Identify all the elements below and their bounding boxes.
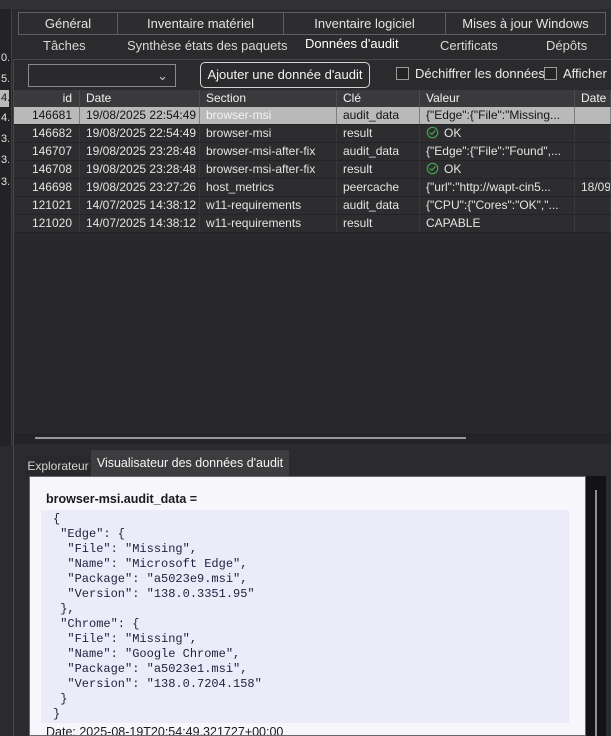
show-checkbox[interactable]: [544, 67, 557, 80]
cell-value-text: OK: [444, 126, 461, 140]
tab-general[interactable]: Général: [18, 12, 118, 35]
cell-value: CAPABLE: [420, 215, 575, 232]
cell-key: peercache: [337, 179, 420, 196]
column-header-valeur[interactable]: Valeur: [420, 90, 575, 107]
cell-date: 19/08/2025 23:28:48: [80, 143, 200, 160]
cell-date2: 18/09: [575, 179, 611, 196]
column-header-cle[interactable]: Clé: [337, 90, 420, 107]
cell-date: 14/07/2025 14:38:12: [80, 215, 200, 232]
check-circle-icon: [426, 162, 439, 178]
cell-value: {"url":"http://wapt-cin5...: [420, 179, 575, 196]
table-header: id Date Section Clé Valeur Date c: [14, 90, 611, 107]
add-audit-button[interactable]: Ajouter une donnée d'audit: [200, 62, 370, 88]
tab-visualisateur-donnees-audit[interactable]: Visualisateur des données d'audit: [91, 450, 289, 477]
cell-date: 19/08/2025 23:27:26: [80, 179, 200, 196]
audit-data-table: id Date Section Clé Valeur Date c 146681…: [14, 90, 611, 233]
cell-key: audit_data: [337, 197, 420, 214]
table-row[interactable]: 121021 14/07/2025 14:38:12 w11-requireme…: [14, 197, 611, 215]
cell-section: w11-requirements: [200, 215, 337, 232]
cell-date2: [575, 161, 611, 178]
cell-value: {"Edge":{"File":"Missing...: [420, 107, 575, 124]
cell-key: result: [337, 161, 420, 178]
viewer-heading: browser-msi.audit_data =: [46, 492, 197, 506]
host-list-stub: 0.. 5.. 4.. 4.. 3.. 3.. 3..: [0, 9, 12, 446]
table-row[interactable]: 121020 14/07/2025 14:38:12 w11-requireme…: [14, 215, 611, 233]
chevron-down-icon: ⌄: [157, 65, 168, 86]
cell-date2: [575, 197, 611, 214]
column-header-id[interactable]: id: [14, 90, 80, 107]
cell-section: browser-msi-after-fix: [200, 143, 337, 160]
json-code-box: { "Edge": { "File": "Missing", "Name": "…: [41, 510, 569, 723]
cell-section: host_metrics: [200, 179, 337, 196]
cell-date: 19/08/2025 22:54:49: [80, 125, 200, 142]
tab-synthese-etats-des-paquets[interactable]: Synthèse états des paquets: [127, 38, 287, 53]
cell-section: w11-requirements: [200, 197, 337, 214]
decrypt-checkbox[interactable]: [396, 67, 409, 80]
decrypt-checkbox-label[interactable]: Déchiffrer les données: [415, 65, 545, 82]
audit-data-viewer-panel: browser-msi.audit_data = { "Edge": { "Fi…: [29, 476, 586, 736]
cell-key: result: [337, 215, 420, 232]
tab-certificats[interactable]: Certificats: [440, 38, 498, 53]
host-list-stub-row[interactable]: 3..: [0, 174, 9, 191]
cell-date2: [575, 215, 611, 232]
cell-value: OK: [420, 125, 575, 142]
cell-value-text: OK: [444, 162, 461, 176]
cell-id: 146682: [14, 125, 80, 142]
tab-bar-row1: Général Inventaire matériel Inventaire l…: [18, 12, 606, 35]
tab-mises-a-jour-windows[interactable]: Mises à jour Windows: [445, 12, 606, 35]
host-list-stub-row[interactable]: 4..: [0, 110, 9, 127]
host-list-stub-row[interactable]: 5..: [0, 71, 9, 88]
cell-date2: [575, 125, 611, 142]
cell-id: 146708: [14, 161, 80, 178]
cell-value: {"Edge":{"File":"Found",...: [420, 143, 575, 160]
cell-section: browser-msi: [200, 107, 337, 124]
host-list-stub-row[interactable]: 3..: [0, 131, 9, 148]
tab-depots[interactable]: Dépôts: [546, 38, 587, 53]
host-list-stub-row[interactable]: 0..: [0, 50, 9, 67]
cell-key: audit_data: [337, 143, 420, 160]
cell-date: 19/08/2025 22:54:49: [80, 107, 200, 124]
cell-id: 121020: [14, 215, 80, 232]
table-row[interactable]: 146698 19/08/2025 23:27:26 host_metrics …: [14, 179, 611, 197]
host-list-stub-row-selected[interactable]: 4..: [0, 90, 9, 107]
cell-id: 146707: [14, 143, 80, 160]
host-list-stub-row[interactable]: 3..: [0, 152, 9, 169]
audit-date-line: Date: 2025-08-19T20:54:49.321727+00:00: [46, 725, 283, 736]
check-circle-icon: [426, 126, 439, 142]
table-empty-area: [14, 233, 611, 433]
show-checkbox-label[interactable]: Afficher: [563, 65, 607, 82]
column-header-section[interactable]: Section: [200, 90, 337, 107]
cell-key: audit_data: [337, 107, 420, 124]
cell-date: 14/07/2025 14:38:12: [80, 197, 200, 214]
tab-taches[interactable]: Tâches: [43, 38, 86, 53]
tab-explorateur[interactable]: Explorateur: [25, 456, 91, 477]
cell-id: 121021: [14, 197, 80, 214]
column-header-date[interactable]: Date: [80, 90, 200, 107]
table-row[interactable]: 146681 19/08/2025 22:54:49 browser-msi a…: [14, 107, 611, 125]
cell-date: 19/08/2025 23:28:48: [80, 161, 200, 178]
cell-value: OK: [420, 161, 575, 178]
tab-donnees-daudit[interactable]: Données d'audit: [305, 36, 399, 51]
column-header-date2[interactable]: Date c: [575, 90, 611, 107]
audit-filter-combobox[interactable]: ⌄: [28, 64, 176, 87]
cell-date2: [575, 107, 611, 124]
cell-id: 146681: [14, 107, 80, 124]
cell-section: browser-msi-after-fix: [200, 161, 337, 178]
table-row[interactable]: 146708 19/08/2025 23:28:48 browser-msi-a…: [14, 161, 611, 179]
app-window: 0.. 5.. 4.. 4.. 3.. 3.. 3.. Général Inve…: [0, 0, 611, 736]
cell-id: 146698: [14, 179, 80, 196]
horizontal-scrollbar-thumb[interactable]: [35, 437, 466, 439]
top-strip: [0, 0, 611, 9]
cell-section: browser-msi: [200, 125, 337, 142]
cell-date2: [575, 143, 611, 160]
table-row[interactable]: 146707 19/08/2025 23:28:48 browser-msi-a…: [14, 143, 611, 161]
json-content: { "Edge": { "File": "Missing", "Name": "…: [41, 510, 569, 722]
table-row[interactable]: 146682 19/08/2025 22:54:49 browser-msi r…: [14, 125, 611, 143]
cell-value: {"CPU":{"Cores":"OK","...: [420, 197, 575, 214]
vertical-scrollbar-thumb[interactable]: [595, 490, 597, 736]
tab-inventaire-logiciel[interactable]: Inventaire logiciel: [283, 12, 446, 35]
tab-inventaire-materiel[interactable]: Inventaire matériel: [117, 12, 284, 35]
cell-key: result: [337, 125, 420, 142]
